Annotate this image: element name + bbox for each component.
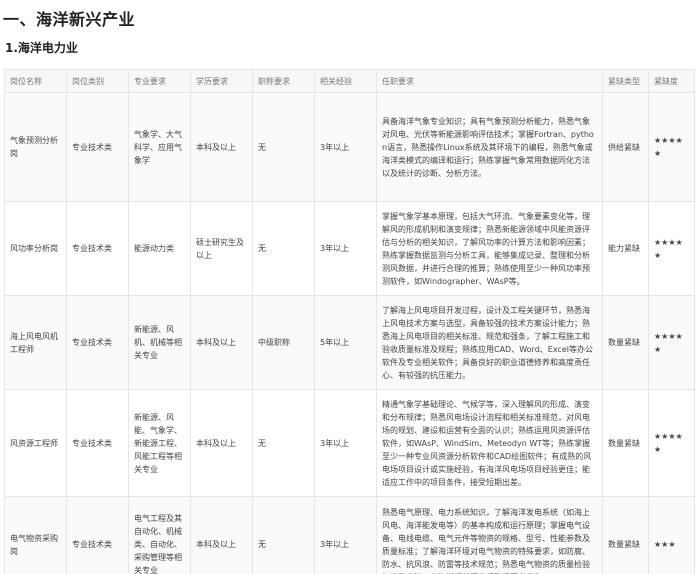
cell-experience: 3年以上 [314, 92, 377, 202]
cell-title: 无 [252, 496, 315, 574]
cell-shortage-type: 数量紧缺 [602, 496, 649, 574]
cell-education: 本科及以上 [190, 92, 253, 202]
header-education: 学历要求 [190, 69, 253, 93]
document-page: 一、海洋新兴产业 1.海洋电力业 岗位名称 岗位类别 专业要求 学历要求 职称要… [0, 0, 700, 574]
cell-education: 硕士研究生及以上 [190, 201, 253, 296]
cell-education: 本科及以上 [190, 389, 253, 497]
header-job-name: 岗位名称 [4, 69, 67, 93]
cell-shortage-level: ★★★★★ [648, 92, 695, 202]
header-shortage-type: 紧缺类型 [602, 69, 649, 93]
cell-shortage-type: 数量紧缺 [602, 295, 649, 390]
cell-requirements: 熟悉电气原理、电力系统知识，了解海洋发电系统（如海上风电、海洋能发电等）的基本构… [376, 496, 603, 574]
cell-requirements: 掌握气象学基本原理，包括大气环流、气象要素变化等，理解风的形成机制和演变规律；熟… [376, 201, 603, 296]
cell-job-category: 专业技术类 [66, 389, 129, 497]
cell-shortage-type: 供给紧缺 [602, 92, 649, 202]
cell-major: 新能源、风机、机械等相关专业 [128, 295, 191, 390]
header-requirements: 任职要求 [376, 69, 603, 93]
header-job-category: 岗位类别 [66, 69, 129, 93]
cell-job-name: 风资源工程师 [4, 389, 67, 497]
section-title: 一、海洋新兴产业 [3, 10, 136, 29]
cell-shortage-level: ★★★★★ [648, 201, 695, 296]
cell-job-category: 专业技术类 [66, 92, 129, 202]
header-experience: 相关经验 [314, 69, 377, 93]
cell-job-category: 专业技术类 [66, 496, 129, 574]
cell-experience: 3年以上 [314, 389, 377, 497]
cell-major: 新能源、风能、气象学、新能源工程、风能工程等相关专业 [128, 389, 191, 497]
cell-shortage-level: ★★★★★ [648, 295, 695, 390]
cell-education: 本科及以上 [190, 496, 253, 574]
cell-job-category: 专业技术类 [66, 201, 129, 296]
cell-major: 能源动力类 [128, 201, 191, 296]
cell-title: 无 [252, 92, 315, 202]
cell-experience: 3年以上 [314, 201, 377, 296]
cell-requirements: 了解海上风电项目开发过程，设计及工程关键环节，熟悉海上风电技术方案与选型，具备较… [376, 295, 603, 390]
cell-job-name: 风功率分析岗 [4, 201, 67, 296]
header-title: 职称要求 [252, 69, 315, 93]
cell-major: 气象学、大气科学、应用气象学 [128, 92, 191, 202]
cell-requirements: 精通气象学基础理论、气候学等，深入理解风的形成、演变和分布规律；熟悉风电场设计流… [376, 389, 603, 497]
cell-major: 电气工程及其自动化、机械类、自动化、采购管理等相关专业 [128, 496, 191, 574]
header-major: 专业要求 [128, 69, 191, 93]
cell-shortage-level: ★★★ [648, 496, 695, 574]
cell-title: 无 [252, 389, 315, 497]
cell-shortage-type: 数量紧缺 [602, 389, 649, 497]
cell-job-category: 专业技术类 [66, 295, 129, 390]
cell-education: 本科及以上 [190, 295, 253, 390]
table-row: 电气物资采购岗 专业技术类 电气工程及其自动化、机械类、自动化、采购管理等相关专… [4, 496, 695, 574]
cell-job-name: 气象预测分析岗 [4, 92, 67, 202]
cell-title: 中级职称 [252, 295, 315, 390]
cell-job-name: 海上风电风机工程师 [4, 295, 67, 390]
header-shortage-level: 紧缺度 [648, 69, 695, 93]
subsection-title: 1.海洋电力业 [5, 41, 78, 55]
cell-job-name: 电气物资采购岗 [4, 496, 67, 574]
cell-experience: 5年以上 [314, 295, 377, 390]
cell-requirements: 具备海洋气象专业知识；具有气象预测分析能力，熟悉气象对风电、光伏等新能源影响评估… [376, 92, 603, 202]
job-shortage-table: 岗位名称 岗位类别 专业要求 学历要求 职称要求 相关经验 任职要求 紧缺类型 … [4, 69, 695, 574]
table-row: 风功率分析岗 专业技术类 能源动力类 硕士研究生及以上 无 3年以上 掌握气象学… [4, 201, 695, 296]
cell-title: 无 [252, 201, 315, 296]
table-row: 气象预测分析岗 专业技术类 气象学、大气科学、应用气象学 本科及以上 无 3年以… [4, 92, 695, 202]
cell-shortage-type: 能力紧缺 [602, 201, 649, 296]
cell-shortage-level: ★★★★★ [648, 389, 695, 497]
table-header-row: 岗位名称 岗位类别 专业要求 学历要求 职称要求 相关经验 任职要求 紧缺类型 … [4, 69, 695, 93]
table-row: 海上风电风机工程师 专业技术类 新能源、风机、机械等相关专业 本科及以上 中级职… [4, 295, 695, 390]
table-row: 风资源工程师 专业技术类 新能源、风能、气象学、新能源工程、风能工程等相关专业 … [4, 389, 695, 497]
cell-experience: 3年以上 [314, 496, 377, 574]
